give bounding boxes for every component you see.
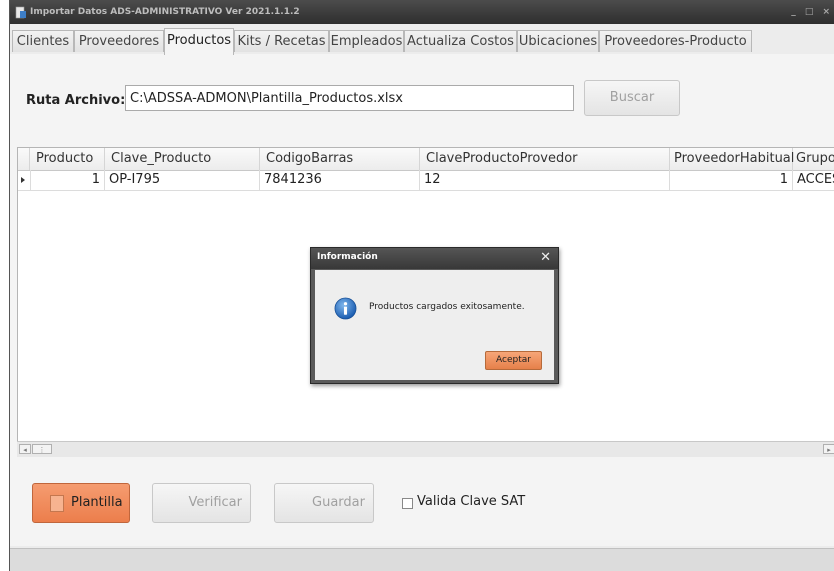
tab-kits-recetas[interactable]: Kits / Recetas — [234, 30, 329, 52]
row-pointer-icon — [21, 177, 25, 183]
tab-productos[interactable]: Productos — [164, 28, 234, 55]
tab-clientes[interactable]: Clientes — [12, 30, 74, 52]
cell-proveedor-habitual[interactable]: 1 — [670, 170, 793, 190]
dialog-title: Información — [317, 252, 378, 262]
informacion-dialog: Información ✕ Productos cargados exitosa… — [310, 247, 559, 384]
row-header-corner — [18, 148, 30, 170]
cell-clave-producto[interactable]: OP-I795 — [105, 170, 260, 190]
col-header-clave-producto-proveedor[interactable]: ClaveProductoProvedor — [420, 148, 670, 170]
tab-proveedores[interactable]: Proveedores — [74, 30, 164, 52]
col-header-producto[interactable]: Producto — [30, 148, 105, 170]
dialog-message: Productos cargados exitosamente. — [369, 302, 525, 312]
window-controls[interactable]: _ □ × — [791, 0, 833, 24]
guardar-button[interactable]: Guardar — [274, 483, 374, 523]
table-row[interactable]: 1 OP-I795 7841236 12 1 ACCES — [18, 170, 834, 191]
tab-proveedores-producto[interactable]: Proveedores-Producto — [599, 30, 752, 52]
col-header-proveedor-habitual[interactable]: ProveedorHabitual — [670, 148, 794, 170]
grid-header: Producto Clave_Producto CodigoBarras Cla… — [18, 148, 834, 171]
scroll-thumb[interactable]: ⋮ — [32, 444, 52, 454]
plantilla-button[interactable]: Plantilla — [32, 483, 130, 523]
valida-clave-sat-label[interactable]: Valida Clave SAT — [417, 494, 525, 509]
buscar-button[interactable]: Buscar — [584, 80, 680, 116]
plantilla-label: Plantilla — [71, 495, 123, 510]
app-icon — [15, 6, 26, 19]
close-icon[interactable]: ✕ — [540, 250, 551, 266]
cell-clave-producto-proveedor[interactable]: 12 — [420, 170, 670, 190]
tab-bar: Clientes Proveedores Productos Kits / Re… — [10, 28, 834, 55]
tab-ubicaciones[interactable]: Ubicaciones — [517, 30, 599, 52]
tab-actualiza-costos[interactable]: Actualiza Costos — [404, 30, 517, 52]
cell-codigo-barras[interactable]: 7841236 — [260, 170, 420, 190]
window-title: Importar Datos ADS-ADMINISTRATIVO Ver 20… — [30, 7, 300, 17]
cell-producto[interactable]: 1 — [30, 170, 105, 190]
info-icon — [334, 297, 357, 320]
scroll-right-icon[interactable]: ▸ — [823, 444, 834, 454]
col-header-clave-producto[interactable]: Clave_Producto — [105, 148, 260, 170]
aceptar-button[interactable]: Aceptar — [485, 351, 542, 370]
col-header-grupo[interactable]: Grupo — [793, 148, 834, 170]
scroll-left-icon[interactable]: ◂ — [19, 444, 31, 454]
valida-clave-sat-checkbox[interactable] — [402, 498, 413, 509]
col-header-codigo-barras[interactable]: CodigoBarras — [260, 148, 420, 170]
document-icon — [50, 495, 64, 512]
status-bar — [10, 548, 834, 571]
tab-empleados[interactable]: Empleados — [329, 30, 404, 52]
horizontal-scrollbar[interactable]: ◂ ⋮ ▸ — [17, 441, 834, 457]
dialog-body: Productos cargados exitosamente. Aceptar — [315, 270, 554, 380]
dialog-title-bar: Información ✕ — [311, 248, 558, 269]
verificar-button[interactable]: Verificar — [152, 483, 251, 523]
ruta-archivo-label: Ruta Archivo: — [26, 93, 126, 108]
cell-grupo[interactable]: ACCES — [793, 170, 834, 190]
title-bar: Importar Datos ADS-ADMINISTRATIVO Ver 20… — [10, 0, 834, 24]
ruta-archivo-input[interactable] — [125, 85, 574, 111]
